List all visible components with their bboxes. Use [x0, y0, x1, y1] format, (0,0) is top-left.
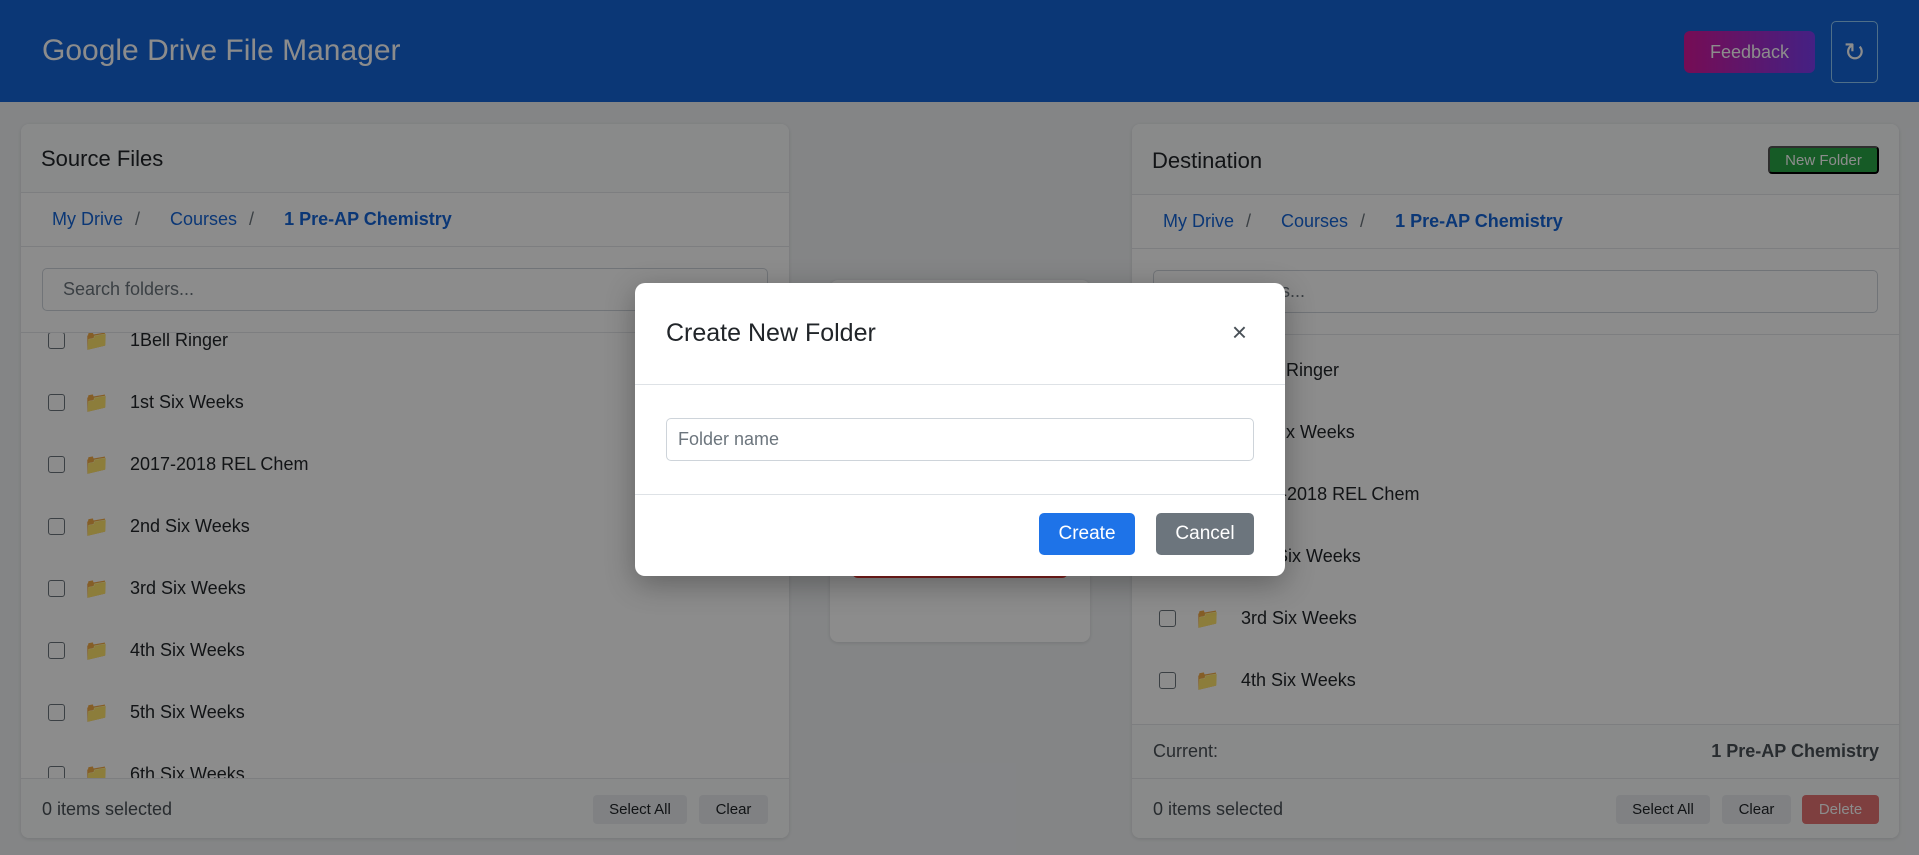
- create-button[interactable]: Create: [1039, 513, 1135, 555]
- close-icon[interactable]: ×: [1232, 317, 1247, 348]
- create-folder-dialog: Create New Folder × Create Cancel: [635, 283, 1285, 576]
- cancel-button[interactable]: Cancel: [1156, 513, 1254, 555]
- folder-name-input[interactable]: [666, 418, 1254, 461]
- modal-title: Create New Folder: [666, 319, 876, 347]
- modal-header: Create New Folder ×: [635, 283, 1285, 385]
- modal-body: [635, 385, 1285, 495]
